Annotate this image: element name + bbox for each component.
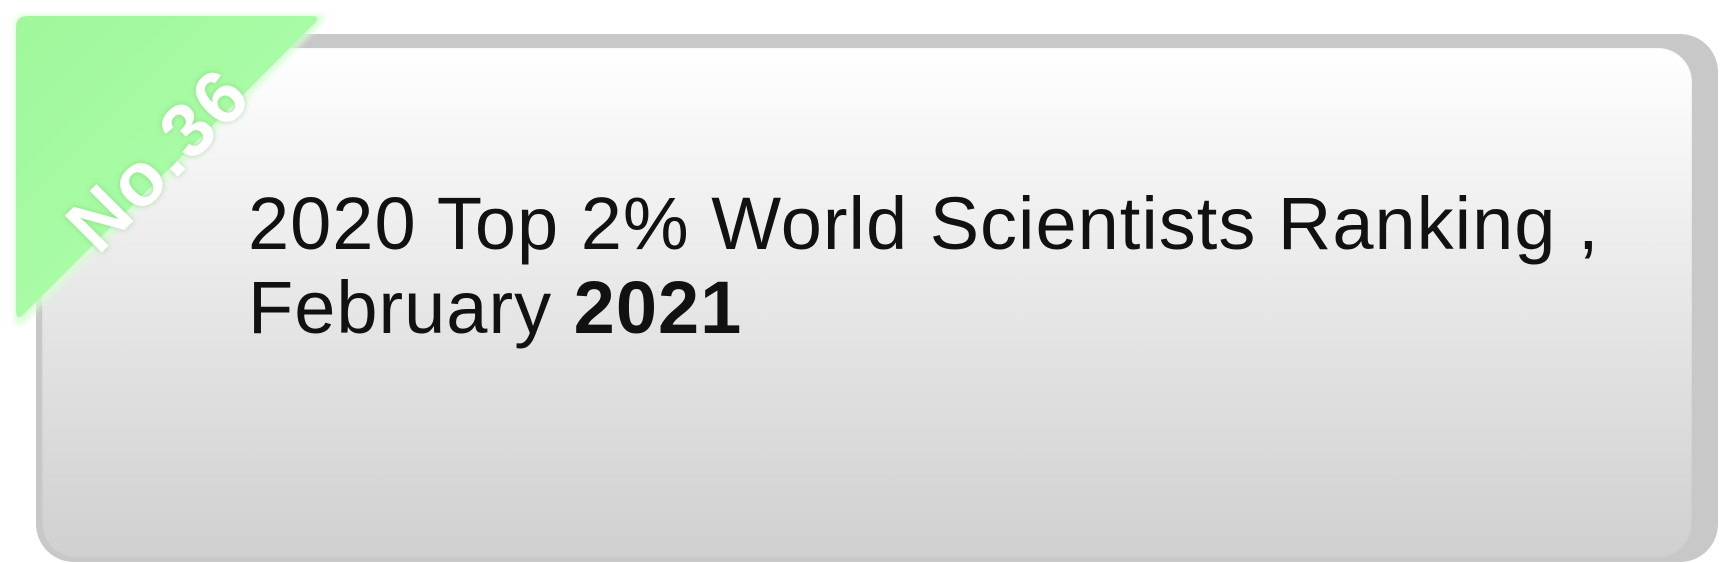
ranking-year: 2021 [573,266,743,349]
ranking-title: 2020 Top 2% World Scientists Ranking , F… [248,182,1628,350]
ranking-month: February [248,266,574,349]
ranking-title-line-1: 2020 Top 2% World Scientists Ranking , [248,182,1600,265]
ranking-title-line-2: February 2021 [248,266,1628,350]
